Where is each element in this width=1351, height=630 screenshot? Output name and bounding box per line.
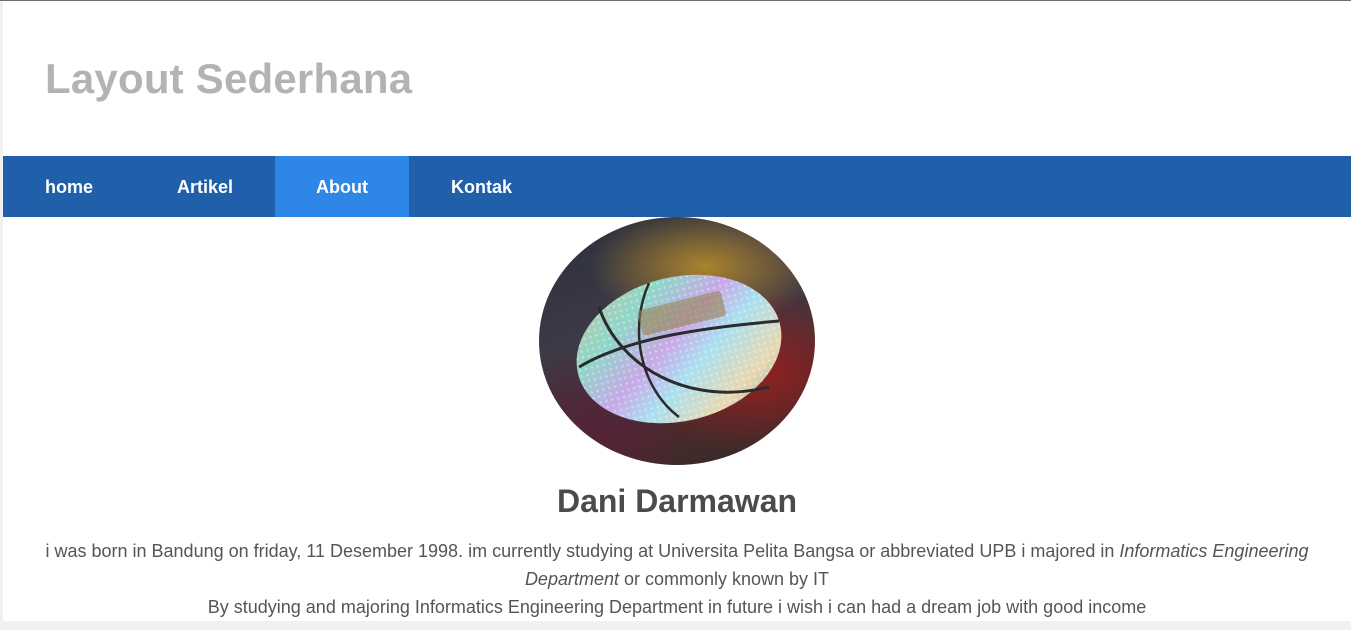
bio-text-part: or commonly known by IT [618, 569, 830, 589]
profile-name: Dani Darmawan [556, 483, 798, 519]
basketball-image [576, 274, 782, 424]
nav-item-about[interactable]: About [275, 156, 410, 217]
profile-bio: i was born in Bandung on friday, 11 Dese… [37, 537, 1317, 621]
main-nav: home Artikel About Kontak [3, 156, 1351, 217]
site-title: Layout Sederhana [45, 55, 413, 102]
nav-item-home[interactable]: home [3, 156, 135, 217]
avatar-wrapper [3, 217, 1351, 465]
nav-item-artikel[interactable]: Artikel [135, 156, 275, 217]
profile-photo [539, 217, 815, 465]
page-container: Layout Sederhana home Artikel About Kont… [3, 1, 1351, 621]
site-header: Layout Sederhana [3, 1, 1351, 156]
nav-item-kontak[interactable]: Kontak [409, 156, 554, 217]
bio-wish: By studying and majoring Informatics Eng… [207, 597, 1147, 617]
about-content: Dani Darmawan i was born in Bandung on f… [3, 217, 1351, 621]
bio-text-part: i was born in Bandung on friday, 11 Dese… [45, 541, 1120, 561]
